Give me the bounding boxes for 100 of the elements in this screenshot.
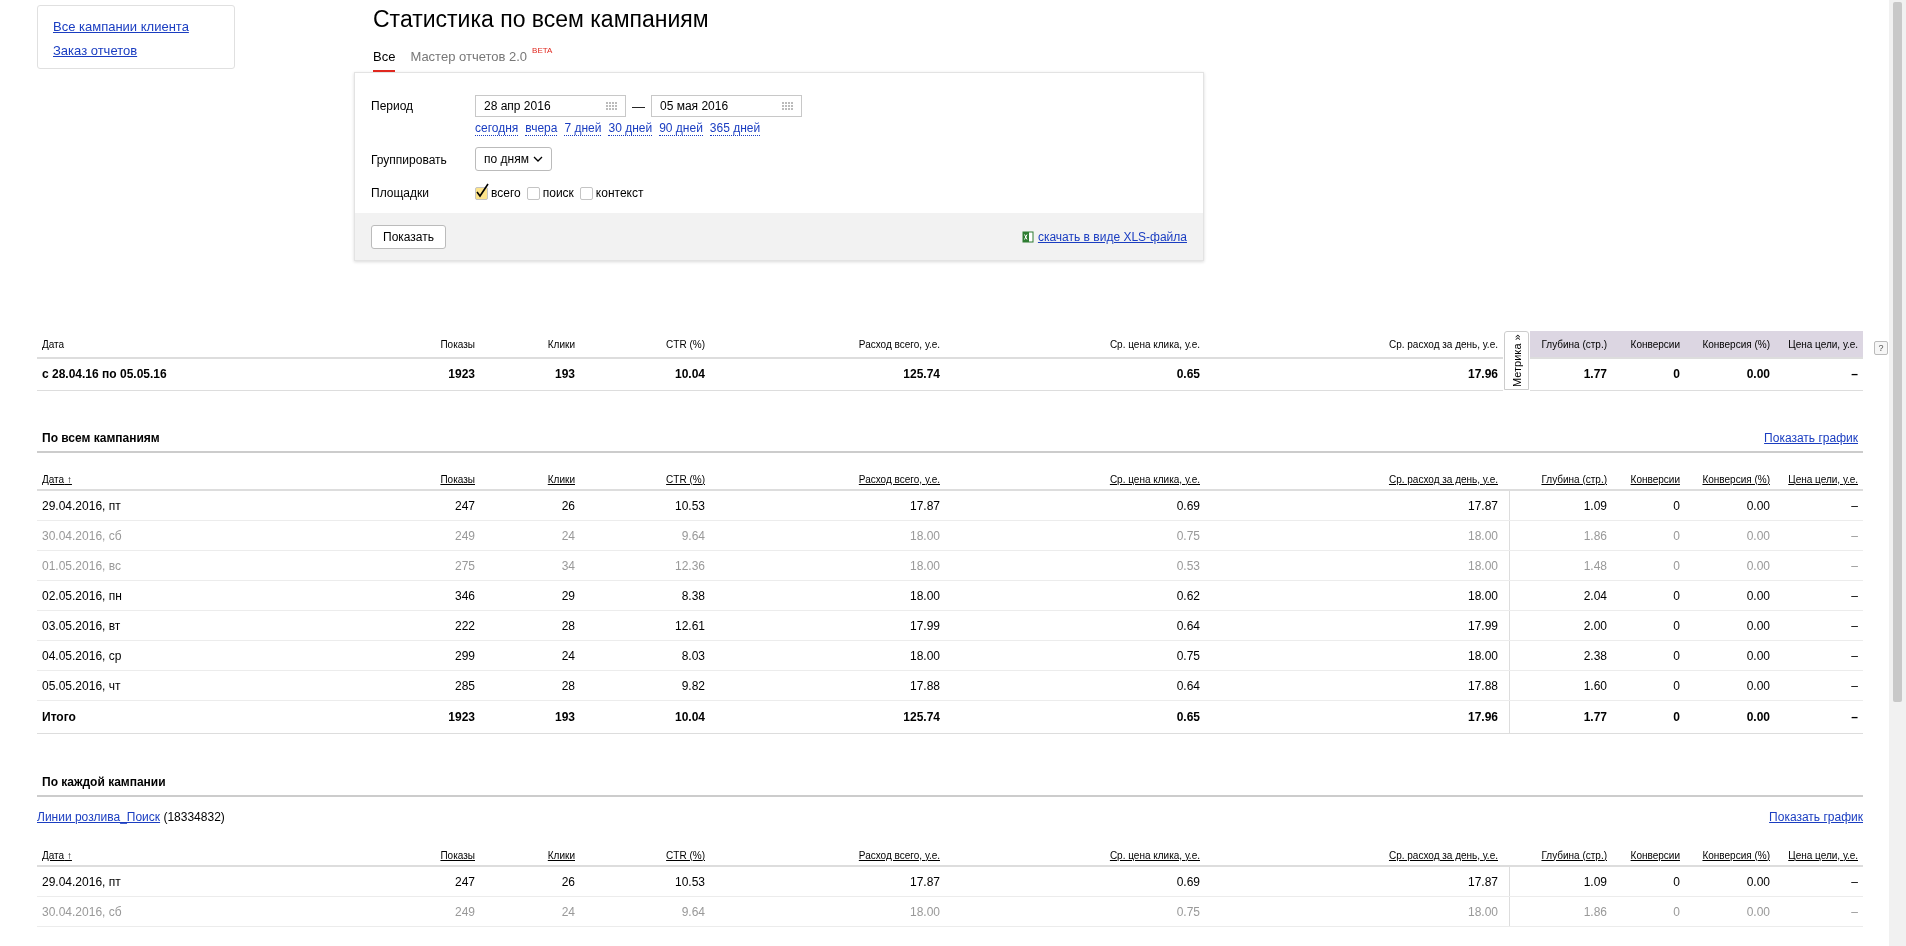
sort-header[interactable]: Ср. расход за день, у.е. (1205, 845, 1503, 865)
sort-header[interactable]: Расход всего, у.е. (710, 845, 945, 865)
sort-header[interactable]: Расход всего, у.е. (710, 469, 945, 489)
spreadsheet-icon (1021, 230, 1034, 243)
show-chart-link[interactable]: Показать график (1769, 810, 1863, 824)
table-cell-text: 30.04.2016, сб (41, 903, 123, 921)
table-cell-text: 26 (560, 497, 576, 515)
table-cell-text: 0.00 (1745, 617, 1771, 635)
table-cell: – (1775, 357, 1863, 391)
table-cell-text: 249 (453, 903, 476, 921)
sort-header[interactable]: Ср. расход за день, у.е. (1205, 469, 1503, 489)
table-cell-text: – (1850, 647, 1859, 665)
table-cell-text: 0.75 (1175, 527, 1201, 545)
table-cell-text: 24 (560, 903, 576, 921)
sort-header[interactable]: Глубина (стр.) (1530, 469, 1612, 489)
table-cell-text: 17.87 (1466, 873, 1499, 891)
table-cell: 0 (1612, 357, 1685, 391)
table-cell: 125.74 (710, 357, 945, 391)
table-cell-text: 0.00 (1745, 497, 1771, 515)
table-cell-text: 18.00 (908, 527, 941, 545)
table-cell-text: 0.69 (1175, 497, 1201, 515)
show-button[interactable]: Показать (371, 224, 446, 249)
checkbox-label: контекст (595, 186, 644, 200)
checkbox[interactable] (526, 186, 540, 200)
table-cell-text: 17.96 (1466, 709, 1499, 726)
table-cell-text: 18.00 (1466, 527, 1499, 545)
period-preset-link[interactable]: вчера (525, 121, 558, 136)
column-header: Ср. расход за день, у.е. (1205, 331, 1503, 359)
table-cell-text: 0 (1672, 873, 1681, 891)
table-cell: 1.77 (1530, 357, 1612, 391)
table-cell-text: 05.05.2016, чт (41, 677, 122, 695)
download-xls-link[interactable]: скачать в виде XLS-файла (1021, 229, 1187, 244)
sort-header[interactable]: Цена цели, у.е. (1775, 845, 1863, 865)
table-cell-text: 346 (453, 587, 476, 605)
sort-header[interactable]: Дата ↑ (37, 845, 400, 865)
period-preset-link[interactable]: 7 дней (564, 121, 602, 136)
sort-header[interactable]: Ср. цена клика, у.е. (945, 845, 1205, 865)
table-cell-text: 24 (560, 527, 576, 545)
table-cell-text: 0.00 (1745, 527, 1771, 545)
table-cell-text: 1.09 (1582, 873, 1608, 891)
table-cell-text: 247 (453, 497, 476, 515)
calendar-icon[interactable] (782, 102, 793, 110)
table-cell-text: 10.53 (673, 873, 706, 891)
sort-header[interactable]: Конверсия (%) (1685, 845, 1775, 865)
column-header: Конверсии (1612, 331, 1685, 359)
table-cell-text: 249 (453, 527, 476, 545)
table-cell-text: 17.88 (908, 677, 941, 695)
date-field[interactable]: 28 апр 2016 (475, 95, 626, 117)
column-header: Цена цели, у.е. (1775, 331, 1863, 359)
table-cell-text: 0 (1672, 497, 1681, 515)
table-cell: 193 (480, 357, 580, 391)
sort-header[interactable]: Показы (400, 845, 480, 865)
table-cell-text: 1.86 (1582, 527, 1608, 545)
checkbox-label: всего (491, 186, 521, 200)
sort-header[interactable]: Конверсии (1612, 469, 1685, 489)
tab[interactable]: Мастер отчетов 2.0 BETA (410, 49, 553, 72)
sidebar-link[interactable]: Все кампании клиента (53, 19, 189, 34)
sort-header[interactable]: Клики (480, 469, 580, 489)
table-cell-text: 0.53 (1175, 557, 1201, 575)
campaign-link[interactable]: Линии розлива_Поиск (37, 810, 161, 824)
sort-header[interactable]: Глубина (стр.) (1530, 845, 1612, 865)
group-dropdown[interactable]: по дням (475, 147, 552, 171)
checkbox[interactable] (475, 186, 488, 200)
sort-header[interactable]: Дата ↑ (37, 469, 400, 489)
table-cell-text: 18.00 (1466, 587, 1499, 605)
table-cell-text: 18.00 (1466, 647, 1499, 665)
sort-header[interactable]: Конверсии (1612, 845, 1685, 865)
table-cell-text: 28 (560, 617, 576, 635)
table-cell-text: – (1850, 709, 1859, 726)
sort-header[interactable]: Ср. цена клика, у.е. (945, 469, 1205, 489)
date-field[interactable]: 05 мая 2016 (651, 95, 802, 117)
help-icon[interactable]: ? (1874, 341, 1888, 355)
sort-header[interactable]: Конверсия (%) (1685, 469, 1775, 489)
sort-header[interactable]: Цена цели, у.е. (1775, 469, 1863, 489)
period-preset-link[interactable]: 90 дней (659, 121, 703, 136)
show-chart-link[interactable]: Показать график (1764, 430, 1858, 445)
table-cell-text: 0.00 (1745, 709, 1771, 726)
period-preset-link[interactable]: 30 дней (608, 121, 653, 136)
column-header: Ср. цена клика, у.е. (945, 331, 1205, 359)
calendar-icon[interactable] (606, 102, 617, 110)
period-preset-link[interactable]: сегодня (475, 121, 519, 136)
period-preset-link[interactable]: 365 дней (709, 121, 761, 136)
table-cell-text: 299 (453, 647, 476, 665)
table-cell-text: 17.99 (1466, 617, 1499, 635)
table-cell-text: 28 (560, 677, 576, 695)
sidebar-link[interactable]: Заказ отчетов (53, 43, 138, 58)
sort-header[interactable]: Клики (480, 845, 580, 865)
table-cell-text: 30.04.2016, сб (41, 527, 123, 545)
date-separator: — (632, 98, 645, 114)
table-cell-text: 9.64 (680, 527, 706, 545)
table-cell-text: 17.87 (908, 497, 941, 515)
table-cell-text: 0.65 (1175, 709, 1201, 726)
sort-header[interactable]: CTR (%) (580, 845, 710, 865)
metrika-tab[interactable]: Метрика » (1504, 331, 1529, 390)
table-cell-text: 0.75 (1175, 647, 1201, 665)
checkbox[interactable] (579, 186, 593, 200)
table-cell-text: 0 (1672, 587, 1681, 605)
field-label: Площадки (371, 185, 430, 202)
sort-header[interactable]: Показы (400, 469, 480, 489)
sort-header[interactable]: CTR (%) (580, 469, 710, 489)
